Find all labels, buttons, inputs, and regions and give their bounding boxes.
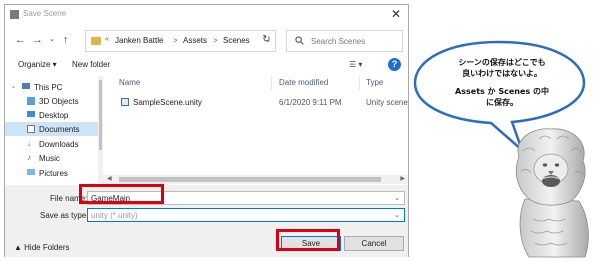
chevron-down-icon[interactable]: ⌄: [394, 211, 400, 219]
address-bar[interactable]: « Janken Battle > Assets > Scenes ⌄: [85, 30, 276, 52]
breadcrumb-separator: >: [173, 36, 178, 45]
column-header-type[interactable]: Type: [366, 78, 383, 87]
music-icon: ♪: [27, 153, 31, 162]
navigation-pane: ⌄ This PC 3D Objects Desktop Documents ↓…: [5, 76, 103, 183]
nav-item-label: Desktop: [39, 111, 69, 120]
nav-item-this-pc[interactable]: ⌄ This PC: [5, 80, 98, 94]
search-icon: [295, 36, 304, 45]
scroll-right-icon[interactable]: ▶: [400, 175, 405, 182]
back-arrow-icon[interactable]: ←: [15, 34, 26, 46]
search-placeholder: Search Scenes: [311, 37, 366, 46]
refresh-icon[interactable]: ↻: [258, 31, 275, 48]
breadcrumb-janken-battle[interactable]: Janken Battle: [115, 36, 163, 45]
nav-item-label: This PC: [34, 83, 63, 92]
collapse-chevron-icon[interactable]: ⌄: [11, 83, 16, 90]
speech-bubble-text: シーンの保存はどこでも 良いわけではないよ。 Assets か Scenes の…: [430, 57, 574, 108]
nav-item-desktop[interactable]: Desktop: [5, 108, 98, 122]
column-header-name[interactable]: Name: [119, 78, 140, 87]
bubble-line: に保存。: [486, 98, 518, 107]
cancel-button[interactable]: Cancel: [344, 236, 404, 251]
horizontal-scrollbar[interactable]: ◀ ▶: [103, 175, 408, 184]
cube-icon: [27, 97, 35, 105]
file-date: 6/1/2020 9:11 PM: [279, 98, 342, 107]
forward-arrow-icon[interactable]: →: [32, 34, 43, 46]
overflow-chevrons[interactable]: «: [105, 36, 109, 43]
nav-item-music[interactable]: ♪ Music: [5, 151, 98, 165]
view-options-icon[interactable]: ☰ ▾: [349, 60, 362, 69]
save-as-type-label: Save as type:: [40, 211, 89, 220]
hide-folders-label: Hide Folders: [24, 243, 70, 252]
scroll-left-icon[interactable]: ◀: [107, 175, 112, 182]
save-form: File name: GameMain ⌄ Save as type: unit…: [5, 185, 408, 257]
file-type: Unity scene fi: [366, 98, 408, 107]
column-divider[interactable]: [271, 76, 272, 90]
command-bar: Organize ▾ New folder ☰ ▾ ?: [5, 56, 408, 75]
file-list: Name Date modified Type SampleScene.unit…: [105, 76, 408, 175]
file-row[interactable]: SampleScene.unity 6/1/2020 9:11 PM Unity…: [105, 95, 408, 109]
picture-icon: [27, 169, 35, 175]
nav-item-3d-objects[interactable]: 3D Objects: [5, 94, 98, 108]
horizontal-scrollbar-thumb[interactable]: [119, 177, 381, 182]
up-arrow-icon[interactable]: ↑: [63, 34, 69, 46]
merlion-statue-icon: [515, 128, 589, 258]
nav-item-label: Pictures: [39, 169, 68, 178]
desktop-icon: [27, 111, 35, 117]
column-divider[interactable]: [359, 76, 360, 90]
help-icon[interactable]: ?: [388, 58, 401, 71]
save-as-type-select[interactable]: unity (*.unity) ⌄: [87, 208, 405, 222]
download-icon: ↓: [27, 139, 31, 148]
search-box[interactable]: Search Scenes: [286, 30, 403, 52]
save-as-type-value: unity (*.unity): [91, 211, 138, 220]
folder-icon: [91, 37, 101, 45]
breadcrumb-separator: >: [213, 36, 218, 45]
recent-dropdown-icon[interactable]: ⌄: [49, 34, 55, 46]
nav-item-downloads[interactable]: ↓ Downloads: [5, 137, 98, 151]
breadcrumb-scenes[interactable]: Scenes: [223, 36, 250, 45]
pc-icon: [22, 83, 30, 89]
nav-item-label: 3D Objects: [39, 97, 79, 106]
file-name-highlight: [79, 184, 164, 204]
nav-item-label: Music: [39, 154, 60, 163]
column-header-date-modified[interactable]: Date modified: [279, 78, 328, 87]
close-button[interactable]: ✕: [389, 7, 403, 21]
bubble-line: 良いわけではないよ。: [462, 69, 542, 78]
organize-button[interactable]: Organize ▾: [18, 60, 57, 69]
chevron-down-icon[interactable]: ⌄: [394, 194, 400, 202]
hide-folders-button[interactable]: ▲ Hide Folders: [14, 243, 70, 252]
unity-scene-icon: [121, 98, 129, 106]
file-name: SampleScene.unity: [133, 98, 202, 107]
document-icon: [27, 125, 35, 133]
nav-item-label: Downloads: [39, 140, 79, 149]
nav-item-pictures[interactable]: Pictures: [5, 166, 98, 180]
app-icon: [10, 10, 19, 19]
nav-scrollbar-thumb[interactable]: [99, 80, 102, 150]
breadcrumb-assets[interactable]: Assets: [183, 36, 207, 45]
nav-item-documents[interactable]: Documents: [5, 122, 98, 136]
navigation-bar: ← → ⌄ ↑ « Janken Battle > Assets > Scene…: [5, 25, 408, 55]
new-folder-button[interactable]: New folder: [72, 60, 110, 69]
nav-item-label: Documents: [39, 125, 80, 134]
title-bar: Save Scene ✕: [5, 5, 408, 24]
save-scene-dialog: Save Scene ✕ ← → ⌄ ↑ « Janken Battle > A…: [4, 4, 409, 257]
dialog-title: Save Scene: [23, 9, 67, 18]
bubble-line: シーンの保存はどこでも: [458, 58, 546, 67]
chevron-up-icon: ▲: [14, 243, 25, 252]
save-button-highlight: [276, 229, 340, 251]
bubble-line: Assets か Scenes の中: [455, 87, 549, 96]
